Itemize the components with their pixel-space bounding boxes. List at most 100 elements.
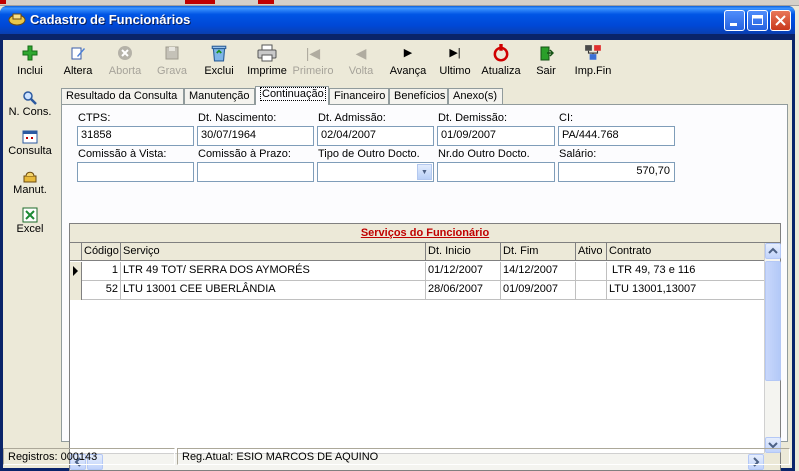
tab-resultado-da-consulta[interactable]: Resultado da Consulta bbox=[61, 88, 184, 105]
tab-label: Financeiro bbox=[334, 90, 386, 102]
minimize-button[interactable] bbox=[724, 10, 745, 31]
cell-contrato[interactable]: LTR 49, 73 e 116 bbox=[607, 262, 764, 280]
consulta-button[interactable]: Consulta bbox=[3, 129, 57, 157]
exclui-button[interactable]: Exclui bbox=[201, 44, 237, 82]
table-row[interactable]: 52 LTU 13001 CEE UBERLÂNDIA 28/06/2007 0… bbox=[70, 281, 764, 300]
cell-servico[interactable]: LTU 13001 CEE UBERLÂNDIA bbox=[121, 281, 426, 299]
imprime-button[interactable]: Imprime bbox=[245, 44, 289, 82]
cell-ativo[interactable] bbox=[576, 262, 607, 280]
aborta-button[interactable]: Aborta bbox=[103, 44, 147, 82]
left-nav: N. Cons. Consulta Manut. Excel bbox=[3, 86, 57, 442]
vertical-scrollbar[interactable] bbox=[764, 243, 781, 453]
cell-ativo[interactable] bbox=[576, 281, 607, 299]
tab-beneficios[interactable]: Benefícios bbox=[389, 88, 448, 105]
exit-icon bbox=[540, 46, 554, 61]
reg-atual-status: Reg.Atual: ESIO MARCOS DE AQUINO bbox=[177, 448, 790, 465]
volta-button[interactable]: ◀ Volta bbox=[341, 44, 381, 82]
ctps-label: CTPS: bbox=[78, 112, 111, 124]
dt-demissao-field[interactable]: 01/09/2007 bbox=[437, 126, 555, 146]
main-window: Cadastro de Funcionários Inclui Altera A… bbox=[0, 6, 795, 471]
tab-label: Anexo(s) bbox=[453, 90, 498, 102]
cell-dt-inicio[interactable]: 28/06/2007 bbox=[426, 281, 501, 299]
registros-status: Registros: 000143 bbox=[3, 448, 175, 465]
dt-admissao-field[interactable]: 02/04/2007 bbox=[317, 126, 434, 146]
continuacao-panel: CTPS: Dt. Nascimento: Dt. Admissão: Dt. … bbox=[61, 104, 788, 471]
altera-button[interactable]: Altera bbox=[59, 44, 97, 82]
last-record-icon: ▶| bbox=[449, 47, 461, 59]
n-cons-label: N. Cons. bbox=[8, 106, 52, 118]
client-area: Inclui Altera Aborta Grava Exclui Imprim… bbox=[3, 40, 792, 471]
chevron-down-icon[interactable]: ▼ bbox=[417, 164, 432, 180]
cell-dt-inicio[interactable]: 01/12/2007 bbox=[426, 262, 501, 280]
scroll-thumb[interactable] bbox=[765, 261, 781, 381]
sair-button[interactable]: Sair bbox=[531, 44, 561, 82]
col-dt-inicio[interactable]: Dt. Inicio bbox=[426, 243, 501, 261]
cell-servico[interactable]: LTR 49 TOT/ SERRA DOS AYMORÉS bbox=[121, 262, 426, 280]
title-bar[interactable]: Cadastro de Funcionários bbox=[0, 6, 795, 34]
grava-button[interactable]: Grava bbox=[153, 44, 191, 82]
plus-icon bbox=[22, 45, 38, 61]
excel-button[interactable]: Excel bbox=[3, 207, 57, 235]
tab-manutencao[interactable]: Manutenção bbox=[184, 88, 255, 105]
dt-admissao-label: Dt. Admissão: bbox=[318, 112, 386, 124]
imprime-label: Imprime bbox=[247, 65, 287, 77]
save-icon bbox=[165, 46, 179, 60]
atualiza-button[interactable]: Atualiza bbox=[479, 44, 523, 82]
edit-icon bbox=[71, 47, 85, 60]
ctps-field[interactable]: 31858 bbox=[77, 126, 194, 146]
col-contrato[interactable]: Contrato bbox=[607, 243, 764, 261]
tab-continuacao[interactable]: Continuação bbox=[255, 86, 329, 105]
col-servico[interactable]: Serviço bbox=[121, 243, 426, 261]
tab-label: Manutenção bbox=[189, 90, 250, 102]
manut-button[interactable]: Manut. bbox=[3, 168, 57, 196]
close-button[interactable] bbox=[770, 10, 791, 31]
scroll-up-button[interactable] bbox=[765, 243, 781, 259]
excel-label: Excel bbox=[16, 223, 44, 235]
maximize-button[interactable] bbox=[747, 10, 768, 31]
comissao-prazo-field[interactable] bbox=[197, 162, 314, 182]
first-record-icon: |◀ bbox=[305, 45, 321, 61]
comissao-prazo-label: Comissão à Prazo: bbox=[198, 148, 291, 160]
cell-codigo[interactable]: 52 bbox=[82, 281, 121, 299]
tab-label: Resultado da Consulta bbox=[66, 90, 178, 102]
sair-label: Sair bbox=[536, 65, 556, 77]
ultimo-button[interactable]: ▶| Ultimo bbox=[435, 44, 475, 82]
cell-dt-fim[interactable]: 14/12/2007 bbox=[501, 262, 576, 280]
cancel-icon bbox=[118, 46, 132, 60]
consulta-icon bbox=[22, 130, 38, 144]
tab-financeiro[interactable]: Financeiro bbox=[329, 88, 389, 105]
atualiza-label: Atualiza bbox=[481, 65, 521, 77]
tipo-outro-docto-select[interactable]: ▼ bbox=[317, 162, 434, 182]
salario-field[interactable]: 570,70 bbox=[558, 162, 675, 182]
col-ativo[interactable]: Ativo bbox=[576, 243, 607, 261]
ci-field[interactable]: PA/444.768 bbox=[558, 126, 675, 146]
table-row[interactable]: 1 LTR 49 TOT/ SERRA DOS AYMORÉS 01/12/20… bbox=[70, 262, 764, 281]
comissao-vista-label: Comissão à Vista: bbox=[78, 148, 167, 160]
cell-contrato[interactable]: LTU 13001,13007 bbox=[607, 281, 764, 299]
comissao-vista-field[interactable] bbox=[77, 162, 194, 182]
refresh-icon bbox=[493, 44, 509, 62]
col-codigo[interactable]: Código bbox=[82, 243, 121, 261]
inclui-button[interactable]: Inclui bbox=[13, 44, 47, 82]
col-dt-fim[interactable]: Dt. Fim bbox=[501, 243, 576, 261]
ci-label: CI: bbox=[559, 112, 574, 124]
cell-codigo[interactable]: 1 bbox=[82, 262, 121, 280]
n-cons-button[interactable]: N. Cons. bbox=[3, 90, 57, 118]
primeiro-label: Primeiro bbox=[292, 65, 334, 77]
grid-title-text: Serviços do Funcionário bbox=[360, 227, 490, 239]
header-indicator bbox=[70, 243, 82, 261]
exclui-label: Exclui bbox=[204, 65, 234, 77]
cell-dt-fim[interactable]: 01/09/2007 bbox=[501, 281, 576, 299]
imp-fin-button[interactable]: Imp.Fin bbox=[571, 44, 615, 82]
tab-anexos[interactable]: Anexo(s) bbox=[448, 88, 503, 105]
magnifier-icon bbox=[23, 91, 37, 105]
app-icon bbox=[8, 13, 26, 26]
avanca-button[interactable]: ▶ Avança bbox=[386, 44, 430, 82]
primeiro-button[interactable]: |◀ Primeiro bbox=[289, 44, 337, 82]
manut-label: Manut. bbox=[13, 184, 47, 196]
minimize-icon bbox=[730, 23, 737, 26]
inclui-label: Inclui bbox=[17, 65, 43, 77]
nr-outro-docto-field[interactable] bbox=[437, 162, 555, 182]
altera-label: Altera bbox=[63, 65, 93, 77]
dt-nascimento-field[interactable]: 30/07/1964 bbox=[197, 126, 314, 146]
